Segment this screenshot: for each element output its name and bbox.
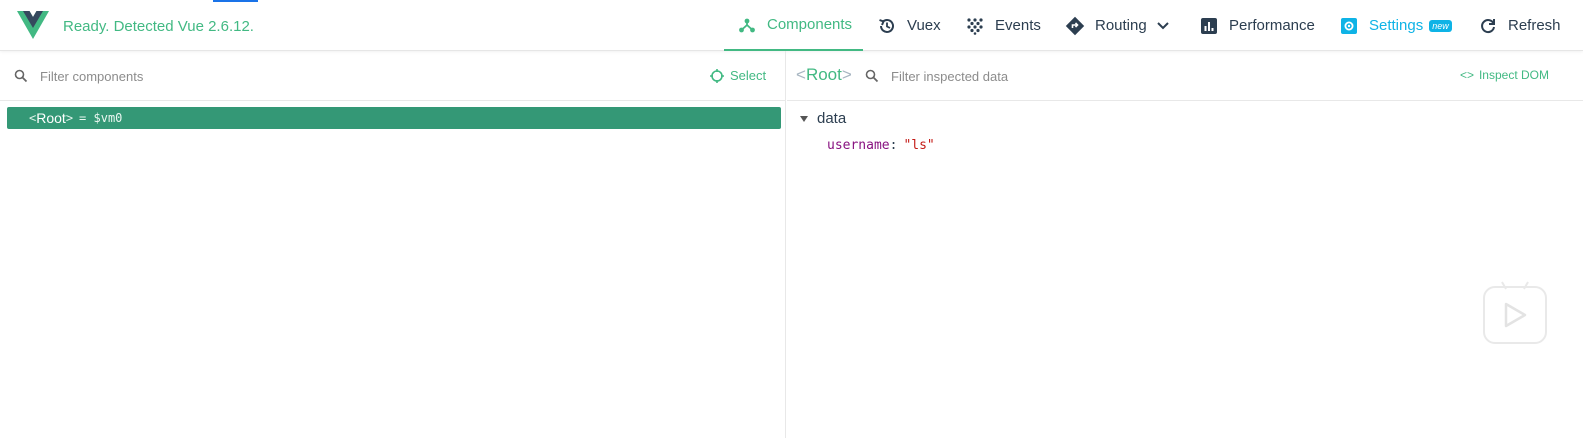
tab-routing[interactable]: Routing: [1065, 0, 1169, 51]
refresh-label: Refresh: [1508, 17, 1561, 34]
select-button[interactable]: Select: [710, 68, 766, 83]
tab-events[interactable]: Events: [965, 0, 1041, 51]
status-text: Ready. Detected Vue 2.6.12.: [63, 18, 254, 35]
inspect-dom-button[interactable]: <> Inspect DOM: [1460, 68, 1549, 82]
field-key: username: [827, 138, 890, 153]
tab-performance-label: Performance: [1229, 17, 1315, 34]
title-name: Root: [805, 65, 842, 84]
components-toolbar: Select: [0, 51, 785, 101]
tab-settings-label: Settings: [1369, 17, 1424, 34]
data-section-toggle[interactable]: data: [800, 110, 846, 127]
tree-row-root[interactable]: < Root > = $vm0: [7, 107, 781, 129]
inspector-toolbar: <Root> <>Inspect DOM: [787, 51, 1583, 101]
title-tag-open: <: [796, 65, 806, 84]
tag-open: <: [29, 111, 37, 125]
refresh-icon: [1478, 16, 1498, 36]
data-field-row[interactable]: username: "ls": [827, 138, 935, 153]
components-tree-icon: [737, 15, 757, 35]
refresh-button[interactable]: Refresh: [1478, 0, 1561, 51]
select-label: Select: [730, 68, 767, 83]
inspector-panel: <Root> <>Inspect DOM data username:"ls": [787, 51, 1583, 438]
tab-vuex[interactable]: Vuex: [877, 0, 941, 51]
video-play-overlay[interactable]: [1483, 286, 1547, 344]
chevron-down-icon: [1156, 21, 1169, 30]
routing-diamond-icon: [1065, 16, 1085, 36]
tab-routing-label: Routing: [1095, 17, 1147, 34]
code-icon: <>: [1459, 68, 1474, 82]
components-panel: Select < Root > = $vm0: [0, 51, 786, 438]
vm-reference: = $vm0: [79, 111, 123, 125]
search-icon: [14, 69, 28, 83]
search-icon: [865, 69, 879, 83]
tab-performance[interactable]: Performance: [1199, 0, 1315, 51]
target-icon: [710, 68, 724, 83]
history-icon: [877, 16, 897, 36]
events-dots-icon: [965, 16, 985, 36]
bar-chart-icon: [1199, 16, 1219, 36]
inspected-component-title: <Root>: [796, 65, 852, 85]
tab-vuex-label: Vuex: [907, 17, 941, 34]
browser-tab-accent: [213, 0, 258, 2]
inspect-dom-label: Inspect DOM: [1478, 68, 1549, 82]
filter-components-input[interactable]: [40, 66, 640, 86]
tag-close: >: [65, 111, 74, 125]
tab-components[interactable]: Components: [724, 0, 863, 51]
gear-icon: [1339, 16, 1359, 36]
new-badge: new: [1429, 19, 1452, 32]
component-name: Root: [36, 110, 66, 126]
vue-logo-icon: [17, 11, 49, 39]
field-value: "ls": [903, 138, 935, 153]
section-label: data: [817, 110, 847, 127]
tab-settings[interactable]: Settings new: [1339, 0, 1452, 51]
filter-inspected-data-input[interactable]: [891, 66, 1391, 86]
field-colon: :: [889, 138, 898, 153]
play-icon: [1504, 302, 1527, 328]
tab-events-label: Events: [995, 17, 1041, 34]
devtools-header: Ready. Detected Vue 2.6.12. Components V…: [0, 0, 1583, 51]
tab-components-label: Components: [767, 16, 853, 33]
title-tag-close: >: [841, 65, 852, 84]
triangle-down-icon: [800, 115, 808, 122]
